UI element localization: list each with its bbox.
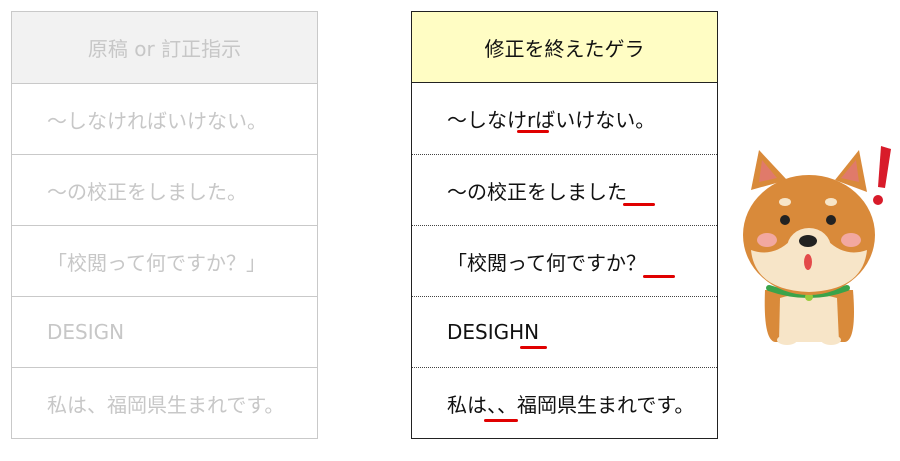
galley-row-2: ～の校正をしました bbox=[412, 154, 717, 225]
original-header: 原稿 or 訂正指示 bbox=[12, 12, 317, 83]
error-underline-1 bbox=[517, 130, 549, 133]
galley-row-5: 私は、、福岡県生まれです。 bbox=[412, 367, 717, 438]
error-underline-4 bbox=[520, 346, 547, 349]
galley-header: 修正を終えたゲラ bbox=[412, 12, 717, 83]
galley-row-4: DESIGHN bbox=[412, 296, 717, 367]
error-underline-2 bbox=[623, 203, 655, 206]
original-row-3: 「校閲って何ですか？」 bbox=[12, 225, 317, 296]
original-row-2: ～の校正をしました。 bbox=[12, 154, 317, 225]
original-table: 原稿 or 訂正指示 ～しなければいけない。 ～の校正をしました。 「校閲って何… bbox=[11, 11, 318, 439]
galley-row-1: ～しなけrばいけない。 bbox=[447, 108, 656, 132]
exclamation-icon bbox=[878, 146, 891, 188]
galley-row-3: 「校閲って何ですか？ bbox=[412, 225, 717, 296]
original-row-4: DESIGN bbox=[12, 296, 317, 367]
original-row-5: 私は、福岡県生まれです。 bbox=[12, 367, 317, 438]
error-underline-3 bbox=[643, 275, 675, 278]
error-underline-5 bbox=[484, 419, 518, 422]
surprised-dog-icon bbox=[743, 146, 891, 345]
corrected-galley-table: 修正を終えたゲラ ～しなけrばいけない。 ～の校正をしました 「校閲って何ですか… bbox=[411, 11, 718, 439]
original-row-1: ～しなければいけない。 bbox=[12, 83, 317, 154]
